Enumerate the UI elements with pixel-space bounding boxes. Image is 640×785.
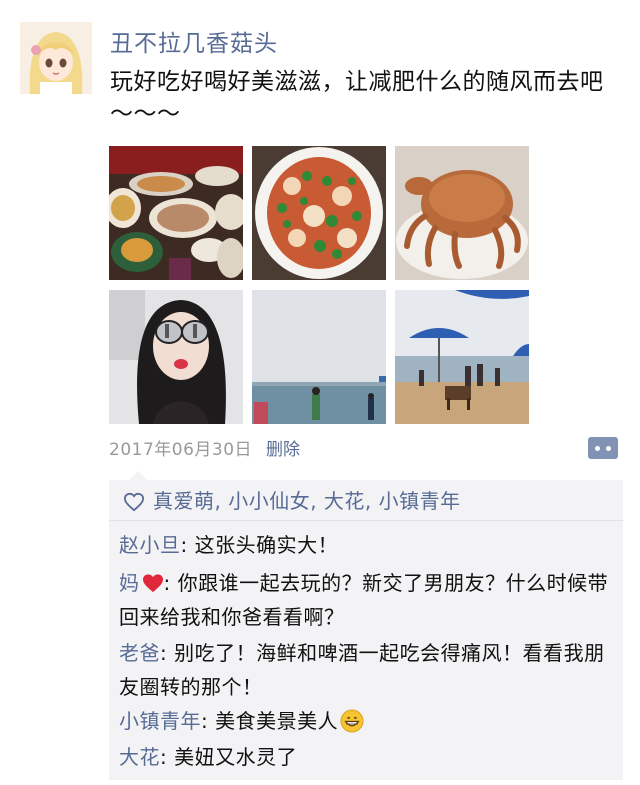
comment-item[interactable]: 小镇青年: 美食美景美人	[119, 704, 617, 738]
comment-separator: :	[201, 709, 216, 733]
avatar-anime-girl-image	[20, 22, 92, 94]
dot-icon	[595, 446, 600, 451]
post-username[interactable]: 丑不拉几香菇头	[110, 24, 278, 58]
comment-item[interactable]: 老爸: 别吃了！海鲜和啤酒一起吃会得痛风！看看我朋友圈转的那个！	[119, 636, 617, 704]
post-text: 玩好吃好喝好美滋滋，让减肥什么的随风而去吧～～～	[110, 69, 604, 127]
comment-text: 美妞又水灵了	[174, 745, 298, 769]
dot-icon	[606, 446, 611, 451]
comment-author[interactable]: 赵小旦	[119, 533, 181, 557]
photo-food-platters[interactable]	[109, 146, 243, 280]
delete-link[interactable]: 删除	[266, 440, 300, 460]
photo-beach-umbrellas[interactable]	[395, 290, 529, 424]
comment-item[interactable]: 赵小旦: 这张头确实大！	[119, 528, 617, 562]
comment-text: 别吃了！海鲜和啤酒一起吃会得痛风！看看我朋友圈转的那个！	[119, 641, 605, 699]
comment-author[interactable]: 老爸	[119, 641, 160, 665]
photo-beach-sea[interactable]	[252, 290, 386, 424]
comment-separator: :	[160, 641, 175, 665]
comment-author[interactable]: 大花	[119, 745, 160, 769]
photo-grid	[109, 146, 529, 424]
likes-row: 真爱萌, 小小仙女, 大花, 小镇青年	[109, 480, 623, 521]
red-heart-emoji-icon	[142, 574, 163, 593]
comment-text: 美食美景美人	[215, 709, 339, 733]
comment-item[interactable]: 妈: 你跟谁一起去玩的？新交了男朋友？什么时候带回来给我和你爸看看啊？	[119, 566, 617, 634]
comment-text: 这张头确实大！	[194, 533, 339, 557]
post-meta: 2017年06月30日 删除	[109, 436, 300, 464]
comment-separator: :	[180, 533, 195, 557]
comment-author[interactable]: 妈	[119, 571, 140, 595]
more-options-button[interactable]	[588, 437, 618, 459]
comment-text: 你跟谁一起去玩的？新交了男朋友？什么时候带回来给我和你爸看看啊？	[119, 571, 609, 629]
comment-box: 真爱萌, 小小仙女, 大花, 小镇青年 赵小旦: 这张头确实大！ 妈: 你跟谁一…	[109, 471, 623, 780]
comment-item[interactable]: 大花: 美妞又水灵了	[119, 740, 617, 774]
heart-outline-icon	[123, 492, 145, 512]
photo-selfie-sunglasses[interactable]	[109, 290, 243, 424]
comment-box-arrow	[129, 471, 147, 480]
comment-separator: :	[160, 745, 175, 769]
photo-shrimp-vegetable-dish[interactable]	[252, 146, 386, 280]
post-date: 2017年06月30日	[109, 440, 253, 460]
photo-crab[interactable]	[395, 146, 529, 280]
comment-separator: :	[163, 571, 178, 595]
avatar[interactable]	[20, 22, 92, 94]
liker-names[interactable]: 真爱萌, 小小仙女, 大花, 小镇青年	[153, 480, 461, 522]
comment-author[interactable]: 小镇青年	[119, 709, 201, 733]
grinning-face-emoji-icon	[340, 709, 364, 733]
